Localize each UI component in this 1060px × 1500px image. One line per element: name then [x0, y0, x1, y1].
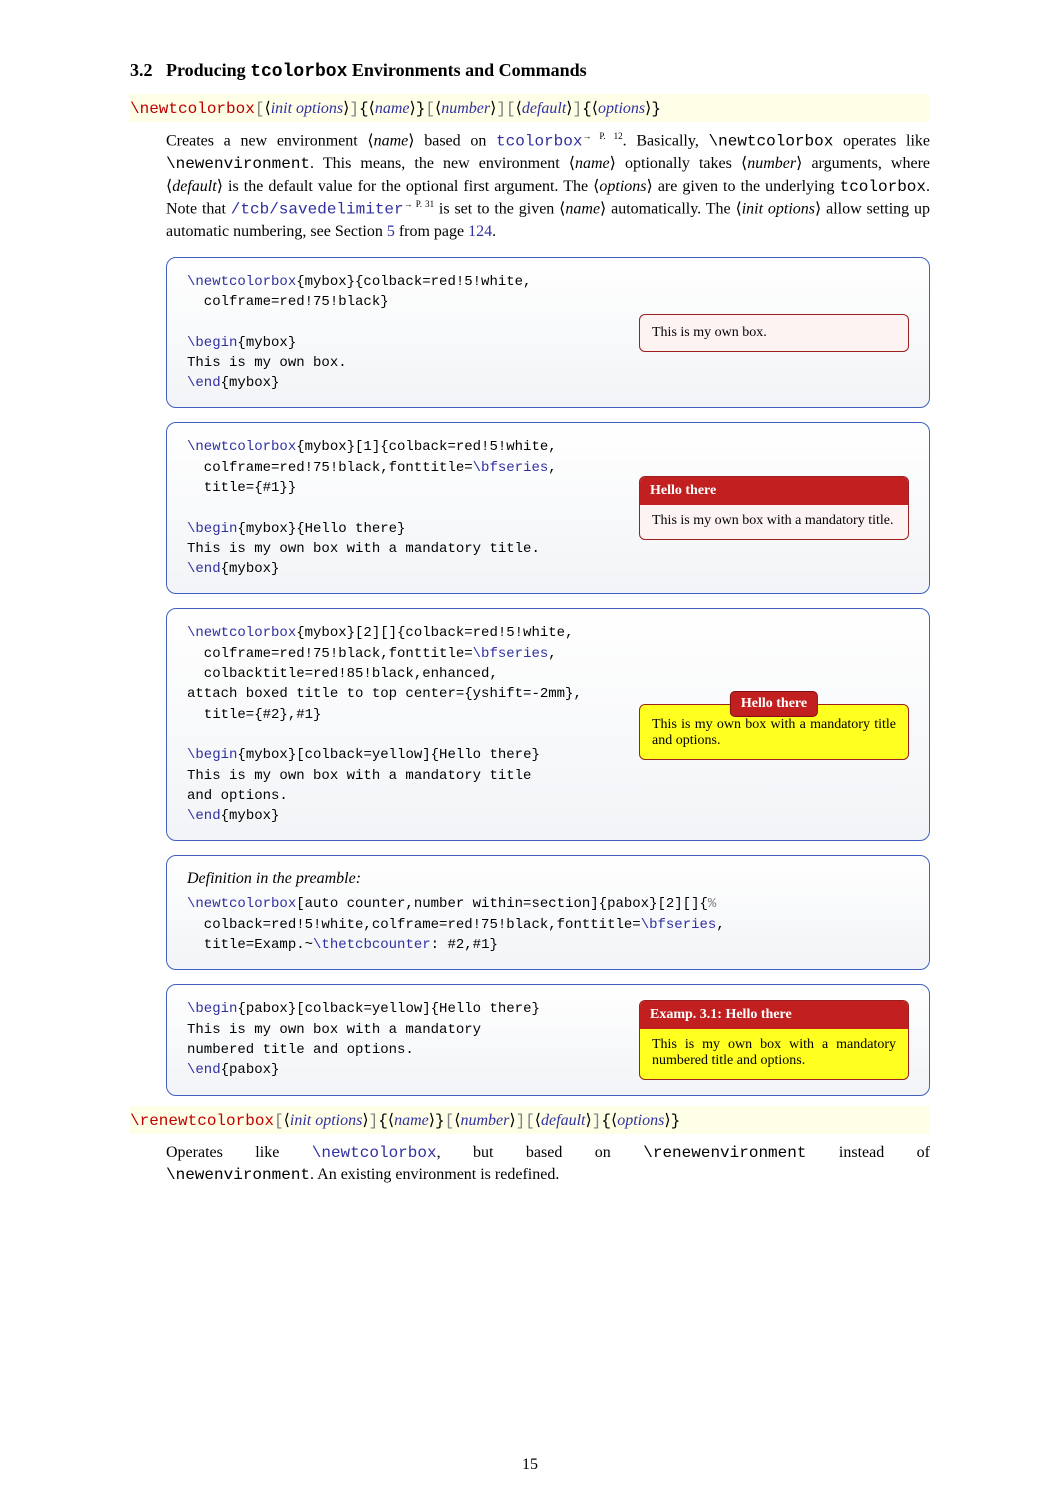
- cmd-name: \newtcolorbox: [130, 100, 255, 118]
- section-header: 3.2 Producing tcolorbox Environments and…: [130, 60, 930, 82]
- example-4: Definition in the preamble: \newtcolorbo…: [166, 855, 930, 970]
- example-5-output: Examp. 3.1: Hello there This is my own b…: [639, 1000, 909, 1080]
- output-box-5-title: Examp. 3.1: Hello there: [640, 1001, 908, 1029]
- description-renewtcolorbox: Operates like \newtcolorbox, but based o…: [166, 1142, 930, 1187]
- example-3: \newtcolorbox{mybox}[2][]{colback=red!5!…: [166, 608, 930, 841]
- example-2: \newtcolorbox{mybox}[1]{colback=red!5!wh…: [166, 422, 930, 594]
- example-3-code: \newtcolorbox{mybox}[2][]{colback=red!5!…: [187, 623, 609, 826]
- section-title-1: Producing: [166, 60, 246, 80]
- example-1-code: \newtcolorbox{mybox}{colback=red!5!white…: [187, 272, 609, 394]
- output-box-1: This is my own box.: [639, 314, 909, 352]
- link-section-5[interactable]: 5: [387, 223, 395, 240]
- example-1: \newtcolorbox{mybox}{colback=red!5!white…: [166, 257, 930, 409]
- output-box-3-title: Hello there: [730, 691, 818, 717]
- link-tcolorbox[interactable]: tcolorbox: [496, 132, 582, 150]
- example-5-code: \begin{pabox}[colback=yellow]{Hello ther…: [187, 999, 609, 1080]
- output-box-2: Hello there This is my own box with a ma…: [639, 476, 909, 540]
- page: 3.2 Producing tcolorbox Environments and…: [0, 0, 1060, 1500]
- example-4-code: \newtcolorbox[auto counter,number within…: [187, 894, 909, 955]
- link-savedelimiter[interactable]: /tcb/savedelimiter: [231, 200, 404, 218]
- section-title-2: Environments and Commands: [352, 60, 587, 80]
- description-newtcolorbox: Creates a new environment ⟨name⟩ based o…: [166, 130, 930, 243]
- output-box-5: Examp. 3.1: Hello there This is my own b…: [639, 1000, 909, 1080]
- output-box-2-title: Hello there: [640, 477, 908, 505]
- cmd-name-2: \renewtcolorbox: [130, 1112, 274, 1130]
- example-3-output: Hello there This is my own box with a ma…: [639, 690, 909, 760]
- example-1-output: This is my own box.: [639, 314, 909, 352]
- command-syntax-newtcolorbox: \newtcolorbox[⟨init options⟩]{⟨name⟩}[⟨n…: [130, 94, 930, 122]
- command-syntax-renewtcolorbox: \renewtcolorbox[⟨init options⟩]{⟨name⟩}[…: [130, 1106, 930, 1134]
- link-newtcolorbox[interactable]: \newtcolorbox: [312, 1144, 437, 1162]
- example-2-code: \newtcolorbox{mybox}[1]{colback=red!5!wh…: [187, 437, 609, 579]
- example-5: \begin{pabox}[colback=yellow]{Hello ther…: [166, 984, 930, 1095]
- page-number: 15: [0, 1456, 1060, 1474]
- example-2-output: Hello there This is my own box with a ma…: [639, 476, 909, 540]
- link-page-124[interactable]: 124: [468, 223, 492, 240]
- section-tt: tcolorbox: [250, 62, 347, 82]
- preamble-label: Definition in the preamble:: [187, 870, 909, 888]
- section-number: 3.2: [130, 60, 153, 80]
- output-box-3: Hello there This is my own box with a ma…: [639, 704, 909, 760]
